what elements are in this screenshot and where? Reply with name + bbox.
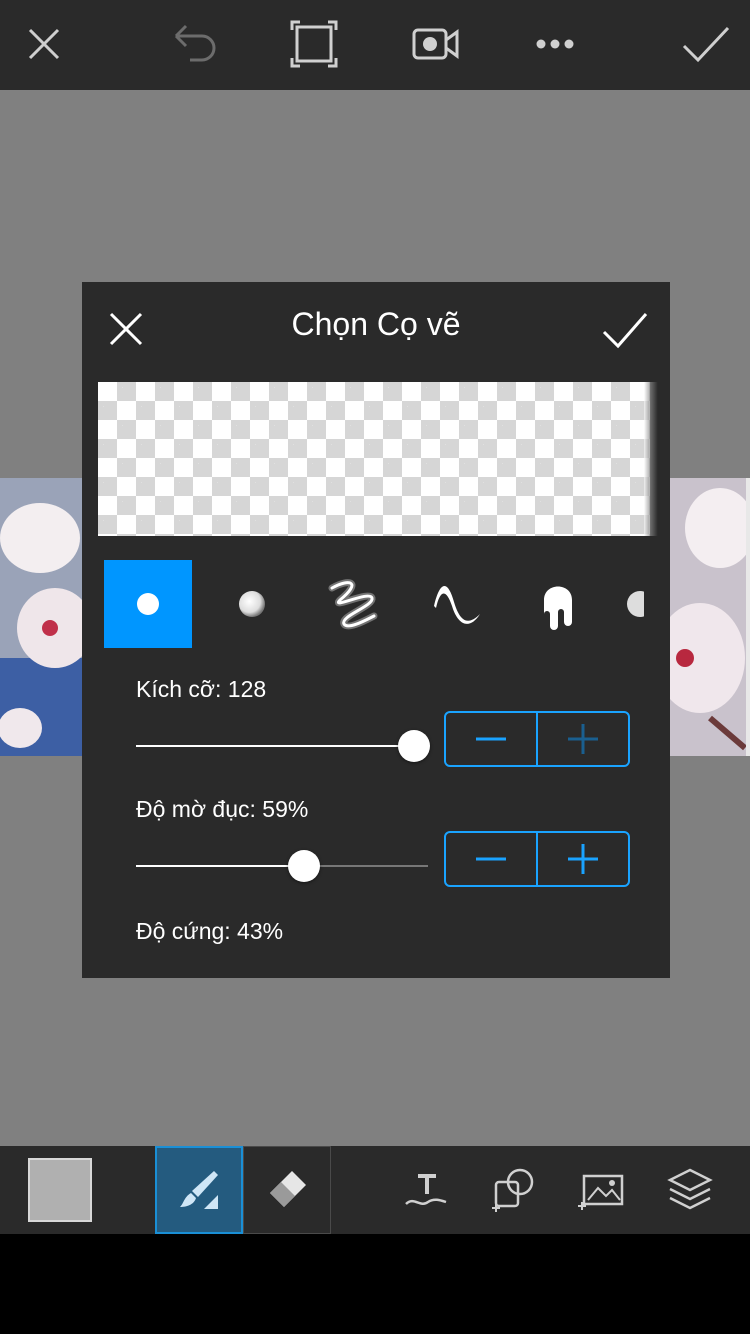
half-circle-brush-icon[interactable] [616,560,644,648]
photo-right-edge [660,478,750,756]
color-swatch[interactable] [28,1158,92,1222]
confirm-icon[interactable] [680,18,732,70]
sticker-shape-icon[interactable] [488,1164,540,1216]
size-decrease-button[interactable] [446,713,536,765]
dialog-title: Chọn Cọ vẽ [291,306,461,342]
size-label: Kích cỡ: 128 [136,676,267,702]
size-slider-thumb[interactable] [398,730,430,762]
eraser-tool-icon [270,1171,306,1207]
opacity-increase-button[interactable] [536,833,628,885]
photo-left-edge [0,478,90,756]
text-icon[interactable] [400,1164,452,1216]
top-toolbar [0,0,750,90]
neon-scribble-brush-icon[interactable] [310,560,398,648]
size-stepper [444,711,630,767]
drip-brush-icon[interactable] [514,560,602,648]
opacity-slider[interactable] [136,846,428,886]
brush-picker-dialog: Chọn Cọ vẽ Kích cỡ: 128 Độ mờ đục: 59% Đ… [82,282,670,978]
opacity-slider-thumb[interactable] [288,850,320,882]
opacity-slider-rest [304,865,428,867]
close-icon[interactable] [18,18,70,70]
brush-list[interactable] [104,560,644,648]
video-record-icon[interactable] [409,18,461,70]
opacity-slider-fill [136,865,304,867]
layers-icon[interactable] [664,1164,716,1216]
hardness-label: Độ cứng: 43% [136,918,284,944]
opacity-stepper [444,831,630,887]
round-soft-brush-icon[interactable] [208,560,296,648]
opacity-decrease-button[interactable] [446,833,536,885]
size-slider[interactable] [136,726,430,766]
opacity-label: Độ mờ đục: 59% [136,796,309,822]
brush-preview [98,382,658,536]
size-slider-fill [136,745,414,747]
crop-icon[interactable] [288,18,340,70]
bottom-toolbar [0,1146,750,1234]
add-photo-icon[interactable] [576,1164,628,1216]
more-icon[interactable] [529,18,581,70]
undo-icon[interactable] [168,18,220,70]
calligraphy-wave-brush-icon[interactable] [412,560,500,648]
eraser-tool-button[interactable] [243,1146,331,1234]
brush-tool-icon [180,1171,218,1209]
dialog-confirm-icon[interactable] [602,306,648,352]
size-increase-button[interactable] [536,713,628,765]
round-hard-brush-icon[interactable] [104,560,192,648]
brush-tool-button[interactable] [155,1146,243,1234]
